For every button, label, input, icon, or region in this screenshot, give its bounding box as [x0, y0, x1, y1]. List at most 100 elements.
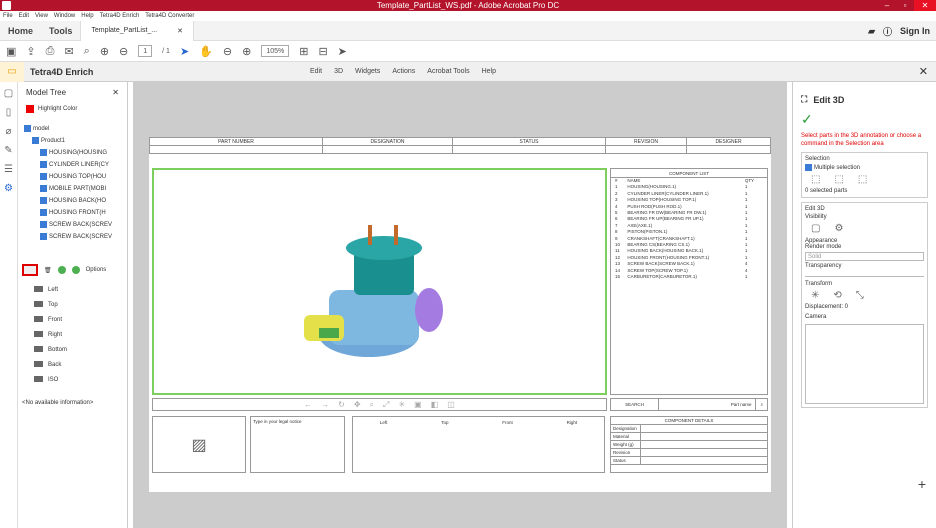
close-icon[interactable]: ✕: [914, 0, 936, 11]
close-model-tree-icon[interactable]: ✕: [112, 88, 119, 97]
checkbox[interactable]: [40, 148, 47, 156]
add-view-icon[interactable]: [57, 266, 66, 274]
view-item[interactable]: Right: [18, 328, 127, 343]
view-item[interactable]: ISO: [18, 373, 127, 388]
value-cell[interactable]: [150, 146, 323, 153]
3d-viewport[interactable]: [152, 168, 607, 395]
sign-in-link[interactable]: Sign In: [900, 26, 930, 36]
move-icon[interactable]: ✳: [811, 290, 819, 301]
save-icon[interactable]: ▣: [6, 45, 16, 58]
tree-item[interactable]: CYLINDER LINER(CY: [18, 159, 127, 171]
hand-tool-icon[interactable]: ✋: [199, 45, 213, 58]
checkbox[interactable]: [40, 184, 47, 192]
update-view-icon[interactable]: [71, 266, 80, 274]
view-item[interactable]: Bottom: [18, 343, 127, 358]
search-icon[interactable]: ⌕: [756, 399, 767, 410]
minimize-icon[interactable]: –: [878, 0, 896, 11]
select-all-icon[interactable]: ⬚: [834, 174, 843, 185]
scale-icon[interactable]: ⤡: [856, 290, 864, 301]
add-icon[interactable]: +: [918, 476, 926, 492]
thumb-left[interactable]: Left: [380, 420, 388, 425]
forward-arrow-icon[interactable]: →: [321, 400, 329, 409]
box-icon[interactable]: ◫: [447, 400, 455, 409]
email-icon[interactable]: ✉: [64, 45, 73, 58]
rotate-part-icon[interactable]: ⟲: [833, 290, 841, 301]
select-part-icon[interactable]: ⬚: [811, 174, 820, 185]
tree-item[interactable]: HOUSING TOP(HOU: [18, 171, 127, 183]
tree-item[interactable]: HOUSING BACK(HO: [18, 195, 127, 207]
attachment-icon[interactable]: ⌀: [5, 126, 11, 137]
tab-document[interactable]: Template_PartList_... ✕: [80, 20, 194, 41]
render-mode-select[interactable]: Solid: [805, 252, 924, 262]
thumb-front[interactable]: Front: [502, 420, 513, 425]
signature-icon[interactable]: ✎: [4, 145, 12, 156]
view-cube-icon[interactable]: ▣: [414, 400, 422, 409]
back-arrow-icon[interactable]: ←: [304, 400, 312, 409]
tree-item[interactable]: HOUSING(HOUSING: [18, 147, 127, 159]
zoom-icon[interactable]: ⌕: [370, 400, 374, 410]
multiple-selection-checkbox[interactable]: Multiple selection: [805, 164, 924, 171]
print-icon[interactable]: ⎙: [46, 45, 55, 58]
highlight-color[interactable]: Highlight Color: [18, 103, 127, 115]
pan-icon[interactable]: ✥: [354, 400, 361, 409]
tab-tools[interactable]: Tools: [41, 26, 80, 36]
checkbox[interactable]: [40, 220, 47, 228]
camera-view-icon[interactable]: [22, 264, 38, 276]
options-menu[interactable]: Options: [86, 267, 107, 273]
enrich-help[interactable]: Help: [482, 68, 496, 75]
checkbox[interactable]: [805, 164, 812, 171]
tree-item[interactable]: model: [18, 123, 127, 135]
checkbox[interactable]: [32, 136, 39, 144]
zoom-select[interactable]: 105%: [261, 45, 290, 57]
select-tool-icon[interactable]: ➤: [180, 45, 189, 58]
tab-home[interactable]: Home: [0, 26, 41, 36]
close-enrich-icon[interactable]: ✕: [919, 65, 928, 78]
fit-icon[interactable]: ⤢: [383, 400, 389, 410]
next-page-icon[interactable]: ⊖: [119, 45, 128, 58]
view-item[interactable]: Top: [18, 298, 127, 313]
close-tab-icon[interactable]: ✕: [177, 27, 183, 35]
menu-view[interactable]: View: [35, 13, 48, 19]
part-name-select[interactable]: Part name: [659, 399, 757, 410]
value-cell[interactable]: [453, 146, 606, 153]
camera-list[interactable]: [805, 324, 924, 405]
checkbox[interactable]: [40, 232, 47, 240]
layers-icon[interactable]: ☰: [4, 164, 13, 175]
thumb-right[interactable]: Right: [567, 420, 578, 425]
value-cell[interactable]: [687, 146, 770, 153]
checkbox[interactable]: [40, 172, 47, 180]
table-row[interactable]: 15 CARBURETOR(CARBURETOR.1) 1: [613, 274, 761, 280]
transparency-slider[interactable]: [805, 271, 924, 278]
thumb-top[interactable]: Top: [441, 420, 448, 425]
tree-item[interactable]: HOUSING FRONT(H: [18, 207, 127, 219]
cursor-icon[interactable]: ➤: [338, 45, 347, 58]
checkbox[interactable]: [40, 208, 47, 216]
enrich-title[interactable]: Tetra4D Enrich: [24, 67, 93, 77]
trash-icon[interactable]: 🗑: [44, 267, 52, 274]
model-tree-icon[interactable]: ⚙: [4, 183, 13, 194]
confirm-icon[interactable]: ✓: [801, 111, 928, 128]
explode-icon[interactable]: ✳: [398, 400, 405, 409]
bookmark-icon[interactable]: ▯: [6, 107, 12, 118]
enrich-actions[interactable]: Actions: [392, 68, 415, 75]
zoom-out-icon[interactable]: ⊖: [223, 45, 232, 58]
menu-tetra4d-enrich[interactable]: Tetra4D Enrich: [100, 13, 140, 19]
pages-icon[interactable]: ▢: [4, 88, 13, 99]
hide-icon[interactable]: ▢: [811, 223, 820, 234]
show-icon[interactable]: ⚙: [834, 223, 843, 234]
rotate-icon[interactable]: ↻: [338, 400, 345, 409]
menu-edit[interactable]: Edit: [19, 13, 29, 19]
checkbox[interactable]: [40, 196, 47, 204]
view-item[interactable]: Front: [18, 313, 127, 328]
home-folder-icon[interactable]: ▭: [0, 61, 24, 82]
search-icon[interactable]: ⌕: [84, 45, 90, 58]
menu-window[interactable]: Window: [54, 13, 75, 19]
zoom-in-icon[interactable]: ⊕: [242, 45, 251, 58]
tree-item[interactable]: Product1: [18, 135, 127, 147]
fit-width-icon[interactable]: ⊟: [318, 45, 327, 58]
maximize-icon[interactable]: ▫: [896, 0, 914, 11]
help-icon[interactable]: ⓘ: [883, 25, 892, 38]
menu-help[interactable]: Help: [81, 13, 93, 19]
comment-icon[interactable]: ▰: [868, 26, 875, 37]
upload-icon[interactable]: ⇪: [26, 45, 35, 58]
